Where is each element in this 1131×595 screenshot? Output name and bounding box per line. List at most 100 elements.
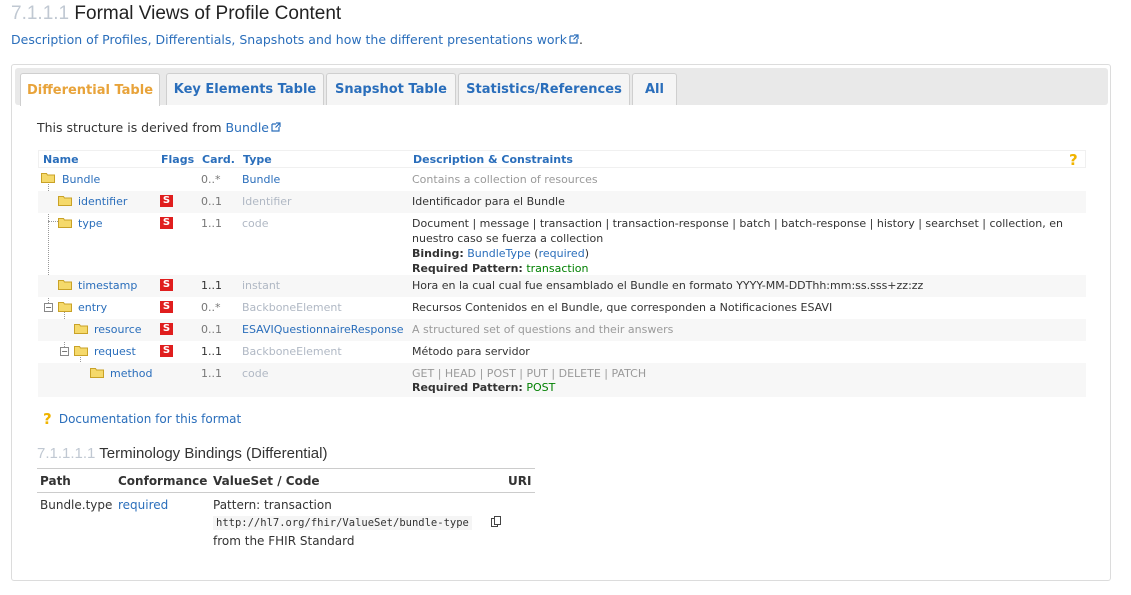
header-type[interactable]: Type: [243, 153, 272, 166]
flag-badge: S: [160, 323, 173, 335]
table-header: Name Flags Card. Type Description & Cons…: [38, 150, 1086, 168]
flag-badge: S: [160, 279, 173, 291]
page-title-text: Formal Views of Profile Content: [74, 3, 342, 24]
binding-code: http://hl7.org/fhir/ValueSet/bundle-type: [213, 516, 472, 530]
row-card: 1..1: [201, 367, 222, 380]
binding-label: Binding:: [412, 247, 464, 260]
table-row: identifier S 0..1 Identifier Identificad…: [38, 191, 1086, 213]
row-desc: Recursos Contenidos en el Bundle, que co…: [412, 301, 833, 314]
description-line: Description of Profiles, Differentials, …: [11, 32, 583, 47]
derived-prefix: This structure is derived from: [37, 120, 226, 135]
divider: [37, 492, 535, 493]
documentation-line: ? Documentation for this format: [41, 411, 241, 426]
derived-bundle-link[interactable]: Bundle: [225, 120, 269, 135]
row-name[interactable]: timestamp: [78, 279, 137, 292]
flag-badge: S: [160, 301, 173, 313]
pattern-label: Required Pattern:: [412, 381, 523, 394]
collapse-toggle-icon[interactable]: −: [60, 347, 69, 356]
table-row: Bundle 0..* Bundle Contains a collection…: [38, 169, 1086, 191]
svg-text:?: ?: [1069, 152, 1078, 166]
row-card: 1..1: [201, 279, 222, 292]
header-path: Path: [40, 474, 71, 488]
row-type[interactable]: ESAVIQuestionnaireResponse: [242, 323, 404, 336]
documentation-link[interactable]: Documentation for this format: [59, 412, 241, 426]
row-card: 0..1: [201, 323, 222, 336]
row-card: 0..*: [201, 173, 221, 186]
tab-statistics-references[interactable]: Statistics/References: [458, 73, 630, 105]
page-title: 7.1.1.1 Formal Views of Profile Content: [11, 3, 341, 25]
pattern-line: Required Pattern: POST: [412, 381, 555, 394]
folder-open-icon: [58, 302, 72, 312]
row-name[interactable]: Bundle: [62, 173, 100, 186]
folder-icon: [74, 324, 88, 334]
tab-all[interactable]: All: [632, 73, 677, 105]
binding-valueset-link[interactable]: BundleType: [467, 247, 531, 260]
folder-icon: [58, 280, 72, 290]
svg-text:?: ?: [43, 411, 52, 425]
flag-badge: S: [160, 217, 173, 229]
row-type[interactable]: BackboneElement: [242, 301, 342, 314]
help-icon: ?: [43, 411, 52, 425]
folder-icon: [41, 173, 55, 183]
header-card[interactable]: Card.: [202, 153, 235, 166]
table-row: − request S 1..1 BackboneElement Método …: [38, 341, 1086, 363]
section-number: 7.1.1.1: [11, 3, 70, 24]
header-valueset: ValueSet / Code: [213, 474, 320, 488]
row-card: 1..1: [201, 345, 222, 358]
binding-line: Binding: BundleType (required): [412, 247, 589, 260]
header-flags[interactable]: Flags: [161, 153, 194, 166]
bindings-title-text: Terminology Bindings (Differential): [99, 445, 328, 462]
row-type[interactable]: Bundle: [242, 173, 280, 186]
description-suffix: .: [578, 32, 583, 47]
row-desc: A structured set of questions and their …: [412, 323, 674, 336]
external-link-icon: [271, 122, 281, 132]
header-name[interactable]: Name: [43, 153, 79, 166]
copy-icon[interactable]: [491, 516, 502, 528]
row-desc: Identificador para el Bundle: [412, 195, 565, 208]
table-row: type S 1..1 code Document | message | tr…: [38, 213, 1086, 275]
help-icon[interactable]: ?: [1067, 152, 1081, 166]
row-name[interactable]: resource: [94, 323, 142, 336]
row-type[interactable]: BackboneElement: [242, 345, 342, 358]
collapse-toggle-icon[interactable]: −: [44, 303, 53, 312]
tab-differential-table[interactable]: Differential Table: [20, 73, 160, 106]
row-type[interactable]: code: [242, 217, 269, 230]
flag-badge: S: [160, 345, 173, 357]
row-desc: GET | HEAD | POST | PUT | DELETE | PATCH: [412, 367, 647, 380]
table-row: resource S 0..1 ESAVIQuestionnaireRespon…: [38, 319, 1086, 341]
row-type[interactable]: instant: [242, 279, 280, 292]
row-name[interactable]: method: [110, 367, 152, 380]
binding-path: Bundle.type: [40, 498, 113, 512]
row-desc-continued: nuestro caso se fuerza a collection: [412, 232, 604, 245]
row-card: 1..1: [201, 217, 222, 230]
binding-source: from the FHIR Standard: [213, 534, 355, 548]
description-link[interactable]: Description of Profiles, Differentials, …: [11, 32, 567, 47]
row-name[interactable]: entry: [78, 301, 107, 314]
row-desc: Método para servidor: [412, 345, 530, 358]
row-name[interactable]: identifier: [78, 195, 127, 208]
table-row: timestamp S 1..1 instant Hora en la cual…: [38, 275, 1086, 297]
header-description[interactable]: Description & Constraints: [413, 153, 573, 166]
row-type[interactable]: code: [242, 367, 269, 380]
pattern-value: POST: [526, 381, 556, 394]
binding-strength-link[interactable]: required: [539, 247, 585, 260]
header-uri: URI: [508, 474, 532, 488]
external-link-icon: [569, 34, 579, 44]
tab-snapshot-table[interactable]: Snapshot Table: [326, 73, 456, 105]
row-card: 0..*: [201, 301, 221, 314]
table-row: − entry S 0..* BackboneElement Recursos …: [38, 297, 1086, 319]
flag-badge: S: [160, 195, 173, 207]
folder-open-icon: [74, 346, 88, 356]
row-desc: Contains a collection of resources: [412, 173, 598, 186]
row-desc: Document | message | transaction | trans…: [412, 217, 1063, 230]
tab-key-elements-table[interactable]: Key Elements Table: [166, 73, 324, 105]
folder-icon: [58, 196, 72, 206]
folder-icon: [58, 218, 72, 228]
row-name[interactable]: type: [78, 217, 103, 230]
row-name[interactable]: request: [94, 345, 136, 358]
header-conformance: Conformance: [118, 474, 208, 488]
binding-conformance-link[interactable]: required: [118, 498, 168, 512]
bindings-section-number: 7.1.1.1.1: [37, 445, 96, 462]
row-type[interactable]: Identifier: [242, 195, 292, 208]
bindings-title: 7.1.1.1.1 Terminology Bindings (Differen…: [37, 445, 327, 462]
